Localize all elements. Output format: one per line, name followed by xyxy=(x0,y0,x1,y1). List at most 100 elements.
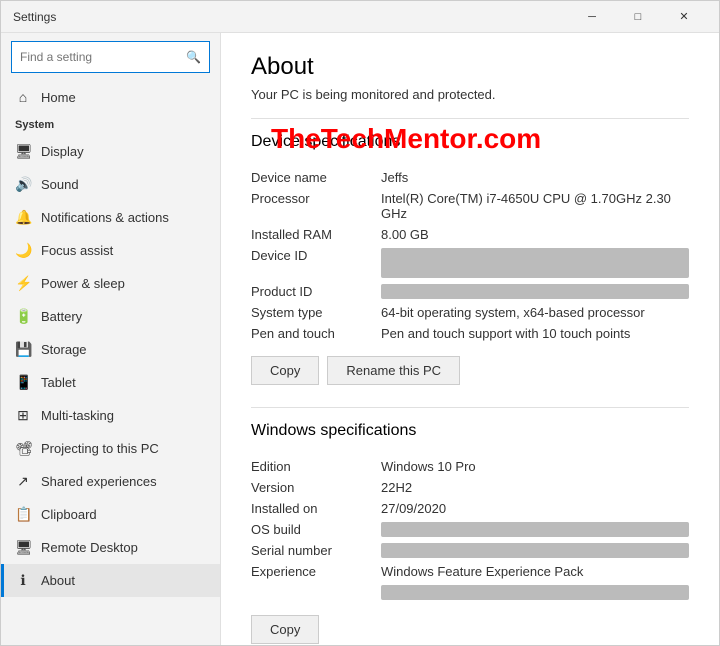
divider-1 xyxy=(251,118,689,119)
spec-value-pen-touch: Pen and touch support with 10 touch poin… xyxy=(381,326,689,341)
copy-windows-specs-button[interactable]: Copy xyxy=(251,615,319,644)
sidebar-item-sound[interactable]: 🔊 Sound xyxy=(1,168,220,201)
spec-row-ram: Installed RAM 8.00 GB xyxy=(251,224,689,245)
spec-value-device-id: ████████-████-████-████-████████████ xyxy=(381,248,689,278)
sidebar-item-focus[interactable]: 🌙 Focus assist xyxy=(1,234,220,267)
windows-specs-table: Edition Windows 10 Pro Version 22H2 Inst… xyxy=(251,456,689,603)
sidebar-item-notifications[interactable]: 🔔 Notifications & actions xyxy=(1,201,220,234)
spec-row-serial: Serial number █████-█████-█████ xyxy=(251,540,689,561)
sidebar: 🔍 ⌂ Home System 🖥 Display 🔊 Sound 🔔 Noti… xyxy=(1,33,221,645)
spec-value-edition: Windows 10 Pro xyxy=(381,459,689,474)
spec-row-edition: Edition Windows 10 Pro xyxy=(251,456,689,477)
sidebar-item-tablet[interactable]: 📱 Tablet xyxy=(1,366,220,399)
display-icon: 🖥 xyxy=(15,143,31,160)
sidebar-item-display[interactable]: 🖥 Display xyxy=(1,135,220,168)
device-specs-table: Device name Jeffs Processor Intel(R) Cor… xyxy=(251,167,689,344)
sidebar-item-power-label: Power & sleep xyxy=(41,276,125,291)
security-notice: Your PC is being monitored and protected… xyxy=(251,87,689,102)
multitasking-icon: ⊞ xyxy=(15,407,31,424)
spec-value-installed-on: 27/09/2020 xyxy=(381,501,689,516)
spec-label-experience-build xyxy=(251,585,381,600)
device-specs-buttons: Copy Rename this PC xyxy=(251,356,689,393)
nav-section-system: System xyxy=(1,113,220,135)
sidebar-item-tablet-label: Tablet xyxy=(41,375,76,390)
search-input[interactable] xyxy=(20,50,186,64)
titlebar: Settings ─ □ ✕ xyxy=(1,1,719,33)
sidebar-item-multitasking-label: Multi-tasking xyxy=(41,408,114,423)
close-button[interactable]: ✕ xyxy=(661,1,707,33)
home-icon: ⌂ xyxy=(15,89,31,105)
search-box[interactable]: 🔍 xyxy=(11,41,210,73)
spec-label-processor: Processor xyxy=(251,191,381,221)
spec-value-experience-build: ████.████.████ xyxy=(381,585,689,600)
titlebar-controls: ─ □ ✕ xyxy=(569,1,707,33)
spec-label-system-type: System type xyxy=(251,305,381,320)
sidebar-item-projecting-label: Projecting to this PC xyxy=(41,441,159,456)
spec-row-os-build: OS build ████████.████ xyxy=(251,519,689,540)
spec-row-installed-on: Installed on 27/09/2020 xyxy=(251,498,689,519)
sidebar-item-home[interactable]: ⌂ Home xyxy=(1,81,220,113)
spec-row-experience-build: ████.████.████ xyxy=(251,582,689,603)
settings-window: Settings ─ □ ✕ 🔍 ⌂ Home System 🖥 Display xyxy=(0,0,720,646)
sidebar-item-clipboard-label: Clipboard xyxy=(41,507,97,522)
maximize-button[interactable]: □ xyxy=(615,1,661,33)
spec-label-ram: Installed RAM xyxy=(251,227,381,242)
sidebar-item-power[interactable]: ⚡ Power & sleep xyxy=(1,267,220,300)
titlebar-title: Settings xyxy=(13,10,569,24)
sound-icon: 🔊 xyxy=(15,176,31,193)
sidebar-item-about[interactable]: ℹ About xyxy=(1,564,220,597)
spec-value-os-build: ████████.████ xyxy=(381,522,689,537)
spec-value-system-type: 64-bit operating system, x64-based proce… xyxy=(381,305,689,320)
power-icon: ⚡ xyxy=(15,275,31,292)
notifications-icon: 🔔 xyxy=(15,209,31,226)
tablet-icon: 📱 xyxy=(15,374,31,391)
spec-value-version: 22H2 xyxy=(381,480,689,495)
remote-icon: 🖥 xyxy=(15,539,31,556)
spec-label-serial: Serial number xyxy=(251,543,381,558)
sidebar-item-focus-label: Focus assist xyxy=(41,243,113,258)
shared-icon: ↗ xyxy=(15,473,31,490)
sidebar-item-about-label: About xyxy=(41,573,75,588)
spec-label-device-id: Device ID xyxy=(251,248,381,278)
spec-row-version: Version 22H2 xyxy=(251,477,689,498)
rename-pc-button[interactable]: Rename this PC xyxy=(327,356,460,385)
sidebar-item-display-label: Display xyxy=(41,144,84,159)
copy-device-specs-button[interactable]: Copy xyxy=(251,356,319,385)
spec-row-experience: Experience Windows Feature Experience Pa… xyxy=(251,561,689,582)
spec-value-serial: █████-█████-█████ xyxy=(381,543,689,558)
spec-label-edition: Edition xyxy=(251,459,381,474)
storage-icon: 💾 xyxy=(15,341,31,358)
spec-value-experience: Windows Feature Experience Pack xyxy=(381,564,689,579)
sidebar-item-home-label: Home xyxy=(41,90,76,105)
sidebar-item-remote[interactable]: 🖥 Remote Desktop xyxy=(1,531,220,564)
sidebar-item-shared[interactable]: ↗ Shared experiences xyxy=(1,465,220,498)
spec-value-processor: Intel(R) Core(TM) i7-4650U CPU @ 1.70GHz… xyxy=(381,191,689,221)
sidebar-item-clipboard[interactable]: 📋 Clipboard xyxy=(1,498,220,531)
windows-specs-buttons: Copy xyxy=(251,615,689,645)
spec-row-product-id: Product ID █████-█████-█████-█████ xyxy=(251,281,689,302)
spec-value-ram: 8.00 GB xyxy=(381,227,689,242)
sidebar-item-storage[interactable]: 💾 Storage xyxy=(1,333,220,366)
spec-row-device-id: Device ID ████████-████-████-████-██████… xyxy=(251,245,689,281)
search-icon: 🔍 xyxy=(186,50,201,64)
sidebar-item-sound-label: Sound xyxy=(41,177,79,192)
sidebar-item-battery[interactable]: 🔋 Battery xyxy=(1,300,220,333)
about-icon: ℹ xyxy=(15,572,31,589)
spec-value-device-name: Jeffs xyxy=(381,170,689,185)
page-title: About xyxy=(251,53,689,81)
clipboard-icon: 📋 xyxy=(15,506,31,523)
content-area: 🔍 ⌂ Home System 🖥 Display 🔊 Sound 🔔 Noti… xyxy=(1,33,719,645)
spec-label-pen-touch: Pen and touch xyxy=(251,326,381,341)
sidebar-item-projecting[interactable]: 📽 Projecting to this PC xyxy=(1,432,220,465)
sidebar-item-battery-label: Battery xyxy=(41,309,82,324)
minimize-button[interactable]: ─ xyxy=(569,1,615,33)
spec-label-installed-on: Installed on xyxy=(251,501,381,516)
spec-label-version: Version xyxy=(251,480,381,495)
spec-row-device-name: Device name Jeffs xyxy=(251,167,689,188)
spec-label-experience: Experience xyxy=(251,564,381,579)
spec-label-product-id: Product ID xyxy=(251,284,381,299)
spec-label-os-build: OS build xyxy=(251,522,381,537)
spec-row-system-type: System type 64-bit operating system, x64… xyxy=(251,302,689,323)
spec-row-pen-touch: Pen and touch Pen and touch support with… xyxy=(251,323,689,344)
sidebar-item-multitasking[interactable]: ⊞ Multi-tasking xyxy=(1,399,220,432)
